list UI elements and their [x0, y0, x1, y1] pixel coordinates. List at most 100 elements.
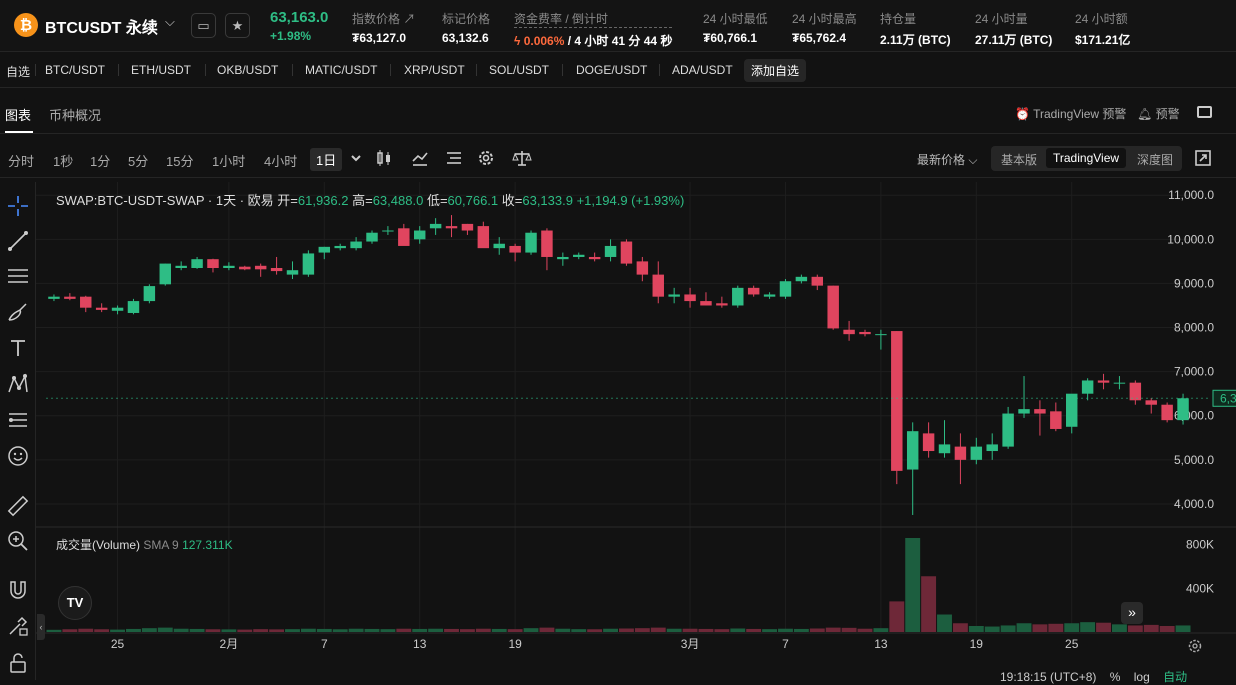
volume-bar	[937, 614, 952, 632]
parallel-lines-icon[interactable]	[6, 264, 30, 288]
favorite-matic[interactable]: MATIC/USDT	[305, 63, 377, 77]
favorite-sol[interactable]: SOL/USDT	[489, 63, 549, 77]
fullscreen-icon[interactable]	[1193, 148, 1213, 168]
candle-body	[509, 245, 521, 253]
percent-toggle[interactable]: %	[1110, 670, 1121, 684]
candle-body	[1113, 382, 1126, 384]
turnover-24h-label: 24 小时额	[1075, 12, 1128, 26]
favorite-btc[interactable]: BTC/USDT	[45, 63, 105, 77]
chevron-down-icon[interactable]: ⌵	[165, 14, 175, 30]
volume-bar	[1127, 625, 1143, 632]
interval-timeline[interactable]: 分时	[8, 151, 34, 170]
favorite-doge[interactable]: DOGE/USDT	[576, 63, 647, 77]
view-depth[interactable]: 深度图	[1137, 151, 1173, 168]
candlestick-type-icon[interactable]	[374, 148, 394, 168]
emoji-icon[interactable]	[6, 444, 30, 468]
divider	[35, 64, 36, 76]
candle-body	[763, 294, 776, 297]
price-type-dropdown[interactable]: 最新价格 ⌵	[917, 151, 977, 168]
lock-draw-icon[interactable]	[6, 614, 30, 638]
chart-settings-icon[interactable]	[1187, 638, 1203, 654]
pattern-icon[interactable]	[6, 372, 30, 396]
index-price-label[interactable]: 指数价格 ↗	[352, 10, 415, 27]
x-tick-label: 13	[874, 637, 888, 651]
favorite-okb[interactable]: OKB/USDT	[217, 63, 278, 77]
magnet-icon[interactable]	[6, 578, 30, 602]
log-toggle[interactable]: log	[1134, 670, 1150, 684]
volume-bar	[841, 627, 857, 632]
alert-button[interactable]: 🔔︎ 预警	[1137, 105, 1180, 122]
x-tick-label: 25	[1065, 637, 1079, 651]
view-tradingview[interactable]: TradingView	[1046, 148, 1127, 168]
candle-body	[1002, 413, 1014, 447]
candle-body	[747, 287, 760, 295]
volume-bar	[300, 628, 316, 632]
auto-toggle[interactable]: 自动	[1163, 670, 1187, 684]
clock-time[interactable]: 19:18:15 (UTC+8)	[1000, 670, 1096, 684]
volume-bar	[396, 628, 412, 632]
candle-body	[954, 446, 967, 460]
volume-bar	[555, 628, 571, 632]
indicators-icon[interactable]	[410, 148, 430, 168]
volume-bar	[1143, 624, 1159, 632]
interval-1s[interactable]: 1秒	[53, 151, 73, 170]
lock-icon[interactable]	[6, 651, 30, 675]
collapse-toolbar-button[interactable]: ‹	[37, 614, 45, 640]
gear-icon[interactable]	[476, 148, 496, 168]
favorite-ada[interactable]: ADA/USDT	[672, 63, 733, 77]
scroll-to-latest-button[interactable]: »	[1121, 602, 1143, 624]
interval-1d[interactable]: 1日	[310, 148, 343, 171]
tab-overview[interactable]: 币种概况	[49, 105, 101, 124]
tab-chart[interactable]: 图表	[5, 105, 31, 124]
y-tick-label: 9,000.0	[1174, 276, 1214, 290]
candle-body	[1081, 380, 1094, 394]
favorites-label[interactable]: 自选	[6, 63, 30, 80]
interval-dropdown-icon[interactable]	[346, 148, 366, 168]
divider	[118, 64, 119, 76]
list-settings-icon[interactable]	[444, 148, 464, 168]
volume-sma-value: 127.311K	[182, 538, 233, 552]
volume-bar	[968, 625, 984, 632]
volume-bar	[952, 623, 968, 632]
add-favorite-button[interactable]: 添加自选	[744, 59, 807, 82]
star-icon[interactable]: ★	[225, 13, 250, 38]
candle-body	[398, 228, 410, 246]
fib-icon[interactable]	[6, 408, 30, 432]
volume-bar	[1175, 625, 1191, 632]
candle-body	[891, 331, 903, 471]
window-icon[interactable]	[1197, 106, 1212, 118]
volume-bar	[507, 629, 523, 632]
candlestick-chart[interactable]: 11,000.010,000.09,000.08,000.07,000.06,0…	[36, 182, 1236, 680]
book-icon[interactable]: ▭	[191, 13, 216, 38]
tradingview-alert-button[interactable]: ⏰ TradingView 预警	[1015, 105, 1126, 122]
tradingview-logo[interactable]: TV	[58, 586, 92, 620]
interval-1h[interactable]: 1小时	[212, 151, 245, 170]
turnover-24h: 24 小时额 $171.21亿	[1075, 10, 1130, 48]
brush-icon[interactable]	[6, 300, 30, 324]
interval-4h[interactable]: 4小时	[264, 151, 297, 170]
zoom-icon[interactable]	[6, 529, 30, 553]
favorite-xrp[interactable]: XRP/USDT	[404, 63, 465, 77]
pair-title[interactable]: BTCUSDT 永续	[45, 14, 158, 38]
x-tick-label: 7	[321, 637, 328, 651]
interval-5m[interactable]: 5分	[128, 151, 148, 170]
volume-bar	[126, 628, 141, 632]
volume-bar	[348, 628, 364, 632]
interval-1m[interactable]: 1分	[90, 151, 110, 170]
volume-title: 成交量(Volume)	[56, 538, 141, 552]
crosshair-icon[interactable]	[6, 194, 30, 218]
funding-rate[interactable]: 资金费率 / 倒计时 ϟ 0.006% / 4 小时 41 分 44 秒	[514, 10, 673, 49]
volume-bar	[857, 628, 873, 632]
ruler-icon[interactable]	[6, 494, 30, 518]
view-basic[interactable]: 基本版	[1001, 151, 1037, 168]
y-tick-label: 8,000.0	[1174, 321, 1214, 335]
trend-line-icon[interactable]	[6, 229, 30, 253]
text-icon[interactable]	[6, 336, 30, 360]
candle-body	[1145, 400, 1157, 405]
scale-icon[interactable]	[512, 148, 532, 168]
volume-bar	[873, 628, 889, 632]
candle-body	[191, 259, 203, 268]
interval-15m[interactable]: 15分	[166, 151, 193, 170]
volume-bar	[285, 629, 300, 632]
favorite-eth[interactable]: ETH/USDT	[131, 63, 191, 77]
